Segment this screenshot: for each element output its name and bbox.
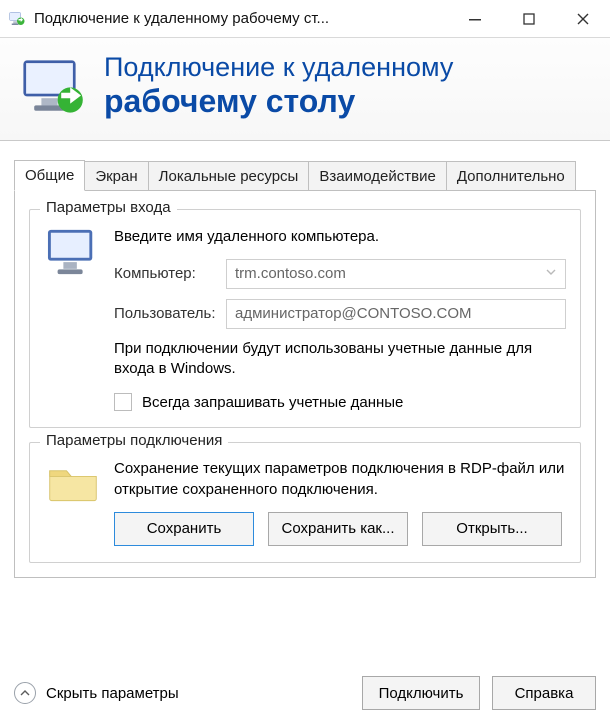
- user-value: администратор@CONTOSO.COM: [235, 305, 472, 322]
- rdp-app-icon: [8, 10, 26, 28]
- computer-label: Компьютер:: [114, 265, 226, 282]
- close-button[interactable]: [556, 0, 610, 37]
- minimize-button[interactable]: [448, 0, 502, 37]
- credentials-hint: При подключении будут использованы учетн…: [114, 339, 566, 380]
- hide-options-label[interactable]: Скрыть параметры: [46, 685, 179, 702]
- folder-icon: [44, 459, 102, 546]
- maximize-button[interactable]: [502, 0, 556, 37]
- login-intro: Введите имя удаленного компьютера.: [114, 228, 566, 245]
- open-button[interactable]: Открыть...: [422, 512, 562, 546]
- titlebar: Подключение к удаленному рабочему ст...: [0, 0, 610, 38]
- banner-line2: рабочему столу: [104, 83, 453, 120]
- banner: Подключение к удаленному рабочему столу: [0, 38, 610, 141]
- user-label: Пользователь:: [114, 305, 226, 322]
- group-login-settings: Параметры входа Введите имя удаленного к…: [29, 209, 581, 429]
- tab-display[interactable]: Экран: [84, 161, 148, 191]
- tab-advanced[interactable]: Дополнительно: [446, 161, 576, 191]
- tab-body-general: Параметры входа Введите имя удаленного к…: [14, 190, 596, 578]
- footer: Скрыть параметры Подключить Справка: [0, 664, 610, 726]
- tab-general[interactable]: Общие: [14, 160, 85, 191]
- connection-settings-legend: Параметры подключения: [40, 432, 228, 449]
- banner-text: Подключение к удаленному рабочему столу: [104, 52, 453, 120]
- help-button[interactable]: Справка: [492, 676, 596, 710]
- always-ask-label[interactable]: Всегда запрашивать учетные данные: [142, 394, 403, 411]
- window-title: Подключение к удаленному рабочему ст...: [34, 10, 448, 27]
- banner-line1: Подключение к удаленному: [104, 52, 453, 83]
- tab-experience[interactable]: Взаимодействие: [308, 161, 446, 191]
- computer-combo[interactable]: trm.contoso.com: [226, 259, 566, 289]
- connect-button[interactable]: Подключить: [362, 676, 480, 710]
- window-controls: [448, 0, 610, 37]
- computer-value: trm.contoso.com: [235, 265, 346, 282]
- chevron-down-icon: [545, 265, 557, 282]
- user-input[interactable]: администратор@CONTOSO.COM: [226, 299, 566, 329]
- group-connection-settings: Параметры подключения Сохранение текущих…: [29, 442, 581, 563]
- monitor-icon: [44, 226, 102, 412]
- tab-local-resources[interactable]: Локальные ресурсы: [148, 161, 310, 191]
- always-ask-checkbox[interactable]: [114, 393, 132, 411]
- tab-strip: Общие Экран Локальные ресурсы Взаимодейс…: [14, 159, 596, 190]
- save-button[interactable]: Сохранить: [114, 512, 254, 546]
- client-area: Общие Экран Локальные ресурсы Взаимодейс…: [0, 141, 610, 578]
- login-settings-legend: Параметры входа: [40, 199, 177, 216]
- rdp-logo-icon: [18, 55, 90, 117]
- save-as-button[interactable]: Сохранить как...: [268, 512, 408, 546]
- collapse-button[interactable]: [14, 682, 36, 704]
- connection-settings-desc: Сохранение текущих параметров подключени…: [114, 459, 566, 500]
